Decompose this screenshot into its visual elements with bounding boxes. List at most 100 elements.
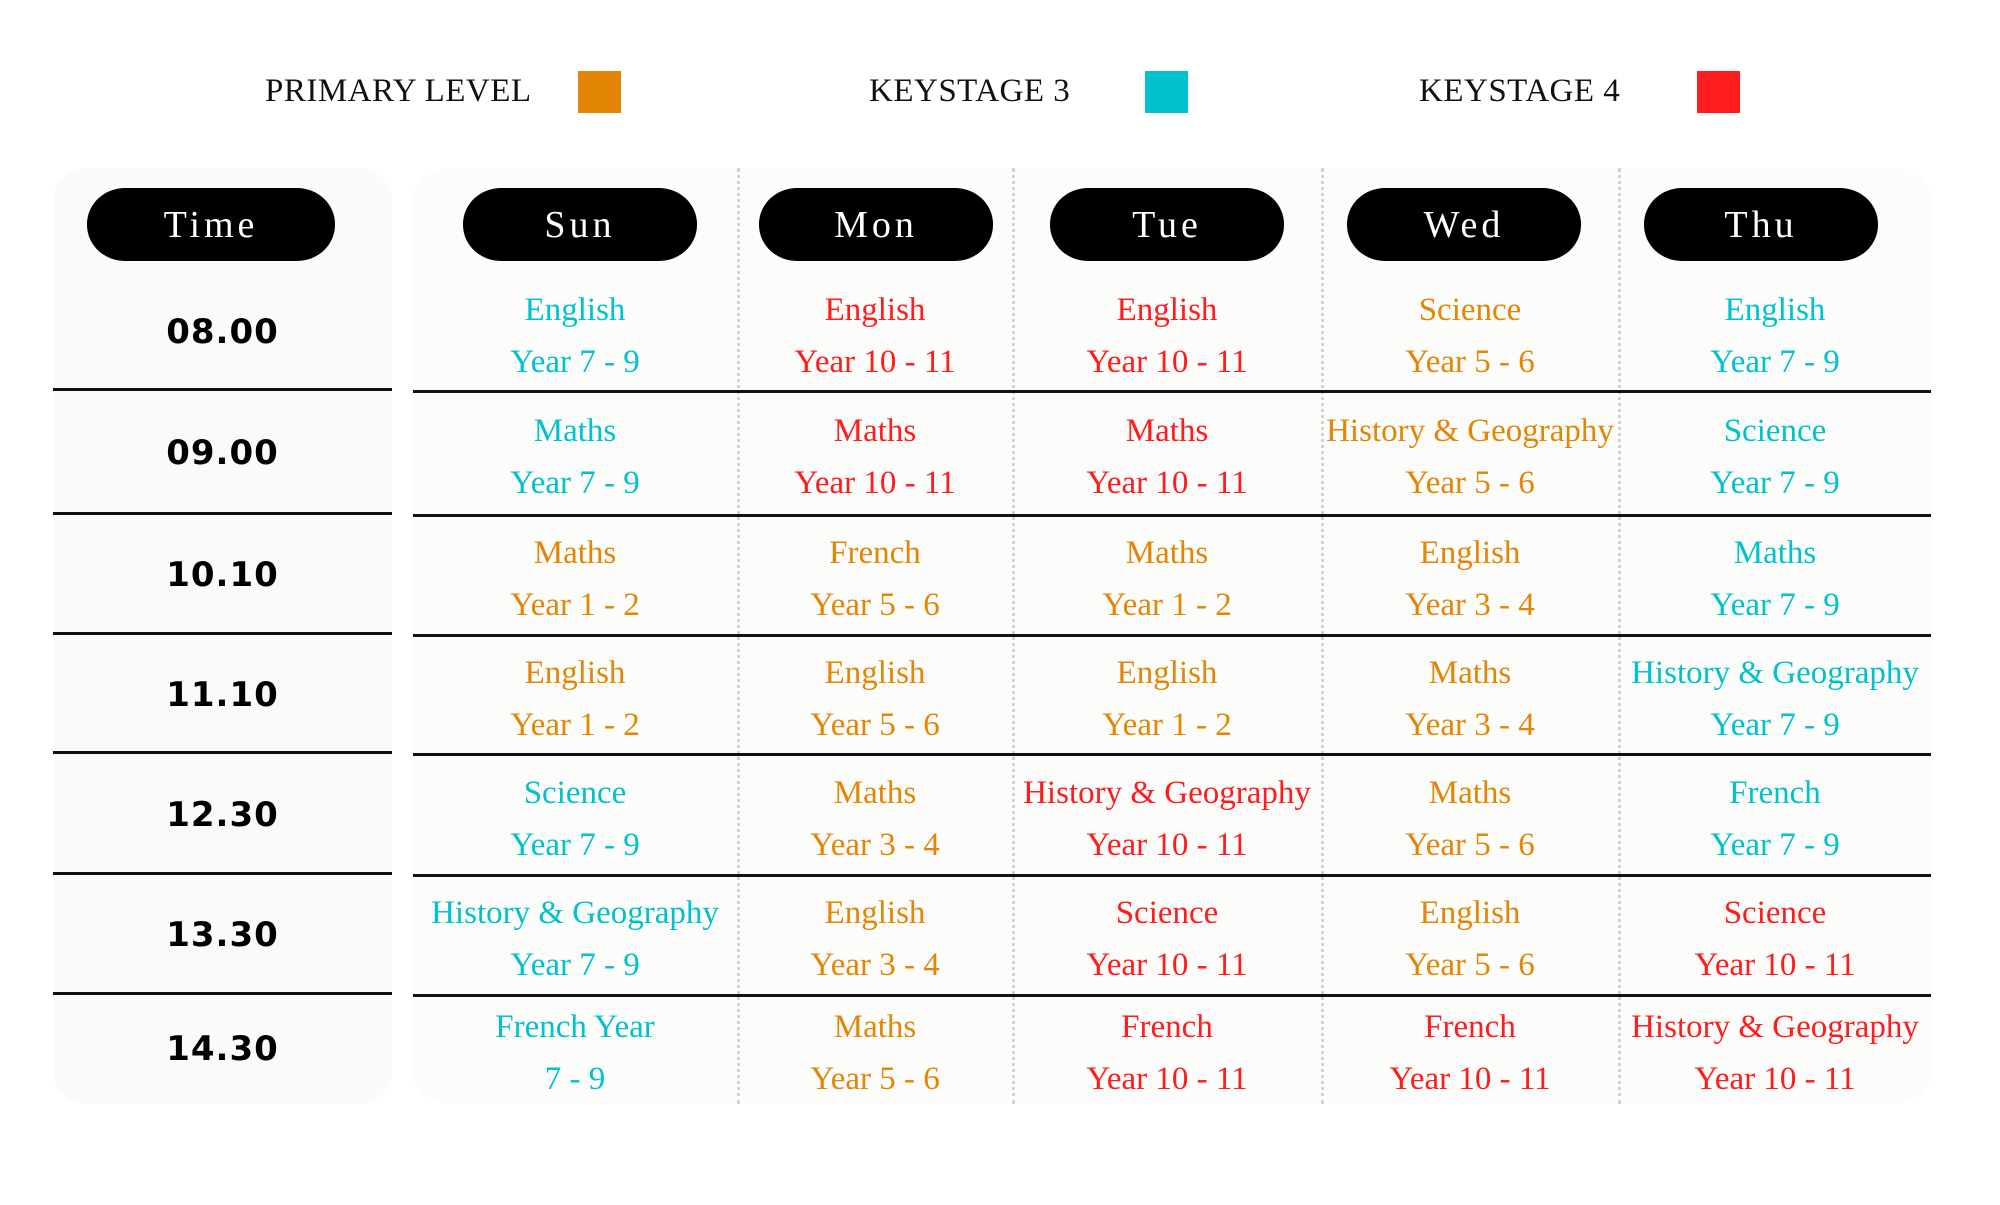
- lesson-subject: English: [824, 895, 926, 931]
- lesson-year-group: Year 10 - 11: [794, 343, 956, 380]
- lesson-cell-thu-1230: French Year 7 - 9: [1710, 767, 1840, 871]
- lesson-subject: English: [1116, 291, 1218, 328]
- lesson-subject: English: [1724, 291, 1826, 328]
- lesson-year-group: Year 1 - 2: [1102, 587, 1232, 623]
- time-slot-label: 14.30: [166, 1028, 279, 1069]
- lesson-year-group: Year 7 - 9: [510, 343, 640, 380]
- lesson-cell-thu-0900: Science Year 7 - 9: [1710, 405, 1840, 509]
- row-divider: [53, 751, 392, 754]
- lesson-cell-sun-1330: History & Geography Year 7 - 9: [431, 887, 719, 991]
- lesson-year-group: Year 1 - 2: [510, 587, 640, 623]
- lesson-cell-mon-1010: French Year 5 - 6: [810, 527, 940, 631]
- lesson-year-group: Year 5 - 6: [1405, 465, 1535, 501]
- row-divider: [53, 512, 392, 515]
- lesson-subject: Maths: [1733, 535, 1817, 571]
- lesson-year-group: Year 10 - 11: [1086, 826, 1248, 863]
- lesson-cell-mon-0800: English Year 10 - 11: [794, 284, 955, 388]
- row-divider: [413, 514, 1931, 517]
- lesson-cell-wed-1430: French Year 10 - 11: [1389, 1001, 1550, 1105]
- lesson-cell-mon-1110: English Year 5 - 6: [810, 647, 940, 751]
- lesson-subject: Maths: [833, 1008, 917, 1045]
- legend-label-primary: PRIMARY LEVEL: [265, 72, 532, 109]
- lesson-subject: French: [1121, 1008, 1213, 1045]
- time-column-panel: [53, 168, 392, 1104]
- lesson-year-group: Year 5 - 6: [1405, 947, 1535, 983]
- lesson-year-group: Year 5 - 6: [1405, 343, 1535, 380]
- lesson-cell-thu-0800: English Year 7 - 9: [1710, 284, 1840, 388]
- lesson-subject: French: [1424, 1008, 1516, 1045]
- lesson-subject: History & Geography: [1023, 774, 1311, 811]
- lesson-cell-wed-1330: English Year 5 - 6: [1405, 887, 1535, 991]
- header-day-tue: Tue: [1050, 188, 1284, 261]
- lesson-subject: English: [824, 654, 926, 691]
- lesson-cell-wed-0900: History & Geography Year 5 - 6: [1326, 405, 1614, 509]
- lesson-cell-tue-1330: Science Year 10 - 11: [1086, 887, 1247, 991]
- lesson-cell-thu-1430: History & Geography Year 10 - 11: [1631, 1001, 1919, 1105]
- lesson-subject: Science: [1418, 291, 1522, 328]
- lesson-subject: Science: [1115, 895, 1219, 931]
- lesson-subject: Science: [1723, 413, 1827, 449]
- lesson-year-group: 7 - 9: [544, 1060, 606, 1097]
- row-divider: [413, 994, 1931, 997]
- lesson-cell-mon-1330: English Year 3 - 4: [810, 887, 940, 991]
- lesson-year-group: Year 10 - 11: [1086, 465, 1248, 501]
- lesson-cell-mon-1230: Maths Year 3 - 4: [810, 767, 940, 871]
- lesson-cell-mon-0900: Maths Year 10 - 11: [794, 405, 955, 509]
- lesson-year-group: Year 7 - 9: [510, 465, 640, 501]
- lesson-subject: History & Geography: [431, 895, 719, 931]
- lesson-cell-tue-1230: History & Geography Year 10 - 11: [1023, 767, 1311, 871]
- lesson-year-group: Year 7 - 9: [1710, 587, 1840, 623]
- lesson-year-group: Year 10 - 11: [1389, 1060, 1551, 1097]
- row-divider: [413, 390, 1931, 393]
- lesson-year-group: Year 7 - 9: [1710, 465, 1840, 501]
- legend-primary: PRIMARY LEVEL: [265, 66, 532, 116]
- lesson-subject: English: [1419, 535, 1521, 571]
- lesson-year-group: Year 5 - 6: [810, 1060, 940, 1097]
- lesson-subject: Maths: [533, 413, 617, 449]
- lesson-cell-tue-1430: French Year 10 - 11: [1086, 1001, 1247, 1105]
- time-slot-label: 12.30: [166, 794, 279, 835]
- lesson-year-group: Year 1 - 2: [510, 706, 640, 743]
- header-day-thu: Thu: [1644, 188, 1878, 261]
- row-divider: [53, 992, 392, 995]
- lesson-cell-sun-1010: Maths Year 1 - 2: [510, 527, 640, 631]
- lesson-year-group: Year 10 - 11: [1694, 947, 1856, 983]
- lesson-subject: Maths: [833, 774, 917, 811]
- lesson-subject: Maths: [1428, 654, 1512, 691]
- lesson-cell-sun-1110: English Year 1 - 2: [510, 647, 640, 751]
- row-divider: [53, 388, 392, 391]
- time-slot-label: 08.00: [166, 311, 279, 352]
- row-divider: [53, 872, 392, 875]
- lesson-year-group: Year 3 - 4: [1405, 587, 1535, 623]
- lesson-year-group: Year 10 - 11: [1086, 343, 1248, 380]
- lesson-year-group: Year 5 - 6: [1405, 826, 1535, 863]
- lesson-cell-tue-1010: Maths Year 1 - 2: [1102, 527, 1232, 631]
- header-day-mon: Mon: [759, 188, 993, 261]
- lesson-cell-wed-1110: Maths Year 3 - 4: [1405, 647, 1535, 751]
- lesson-cell-wed-0800: Science Year 5 - 6: [1405, 284, 1535, 388]
- lesson-year-group: Year 3 - 4: [810, 826, 940, 863]
- lesson-subject: Science: [523, 774, 627, 811]
- lesson-year-group: Year 10 - 11: [794, 465, 956, 501]
- lesson-year-group: Year 7 - 9: [510, 826, 640, 863]
- lesson-subject: Maths: [1125, 535, 1209, 571]
- lesson-year-group: Year 5 - 6: [810, 587, 940, 623]
- lesson-cell-tue-0900: Maths Year 10 - 11: [1086, 405, 1247, 509]
- row-divider: [413, 753, 1931, 756]
- header-day-sun: Sun: [463, 188, 697, 261]
- lesson-year-group: Year 3 - 4: [810, 947, 940, 983]
- lesson-cell-thu-1330: Science Year 10 - 11: [1694, 887, 1855, 991]
- lesson-subject: English: [1116, 654, 1218, 691]
- legend-swatch-keystage-4: [1697, 71, 1740, 113]
- row-divider: [413, 874, 1931, 877]
- lesson-year-group: Year 3 - 4: [1405, 706, 1535, 743]
- legend-label-keystage-3: KEYSTAGE 3: [869, 72, 1071, 109]
- lesson-subject: English: [524, 654, 626, 691]
- lesson-cell-sun-0800: English Year 7 - 9: [510, 284, 640, 388]
- lesson-cell-thu-1110: History & Geography Year 7 - 9: [1631, 647, 1919, 751]
- lesson-year-group: Year 7 - 9: [1710, 826, 1840, 863]
- lesson-cell-sun-1230: Science Year 7 - 9: [510, 767, 640, 871]
- lesson-cell-tue-1110: English Year 1 - 2: [1102, 647, 1232, 751]
- row-divider: [53, 632, 392, 635]
- time-slot-label: 13.30: [166, 915, 279, 955]
